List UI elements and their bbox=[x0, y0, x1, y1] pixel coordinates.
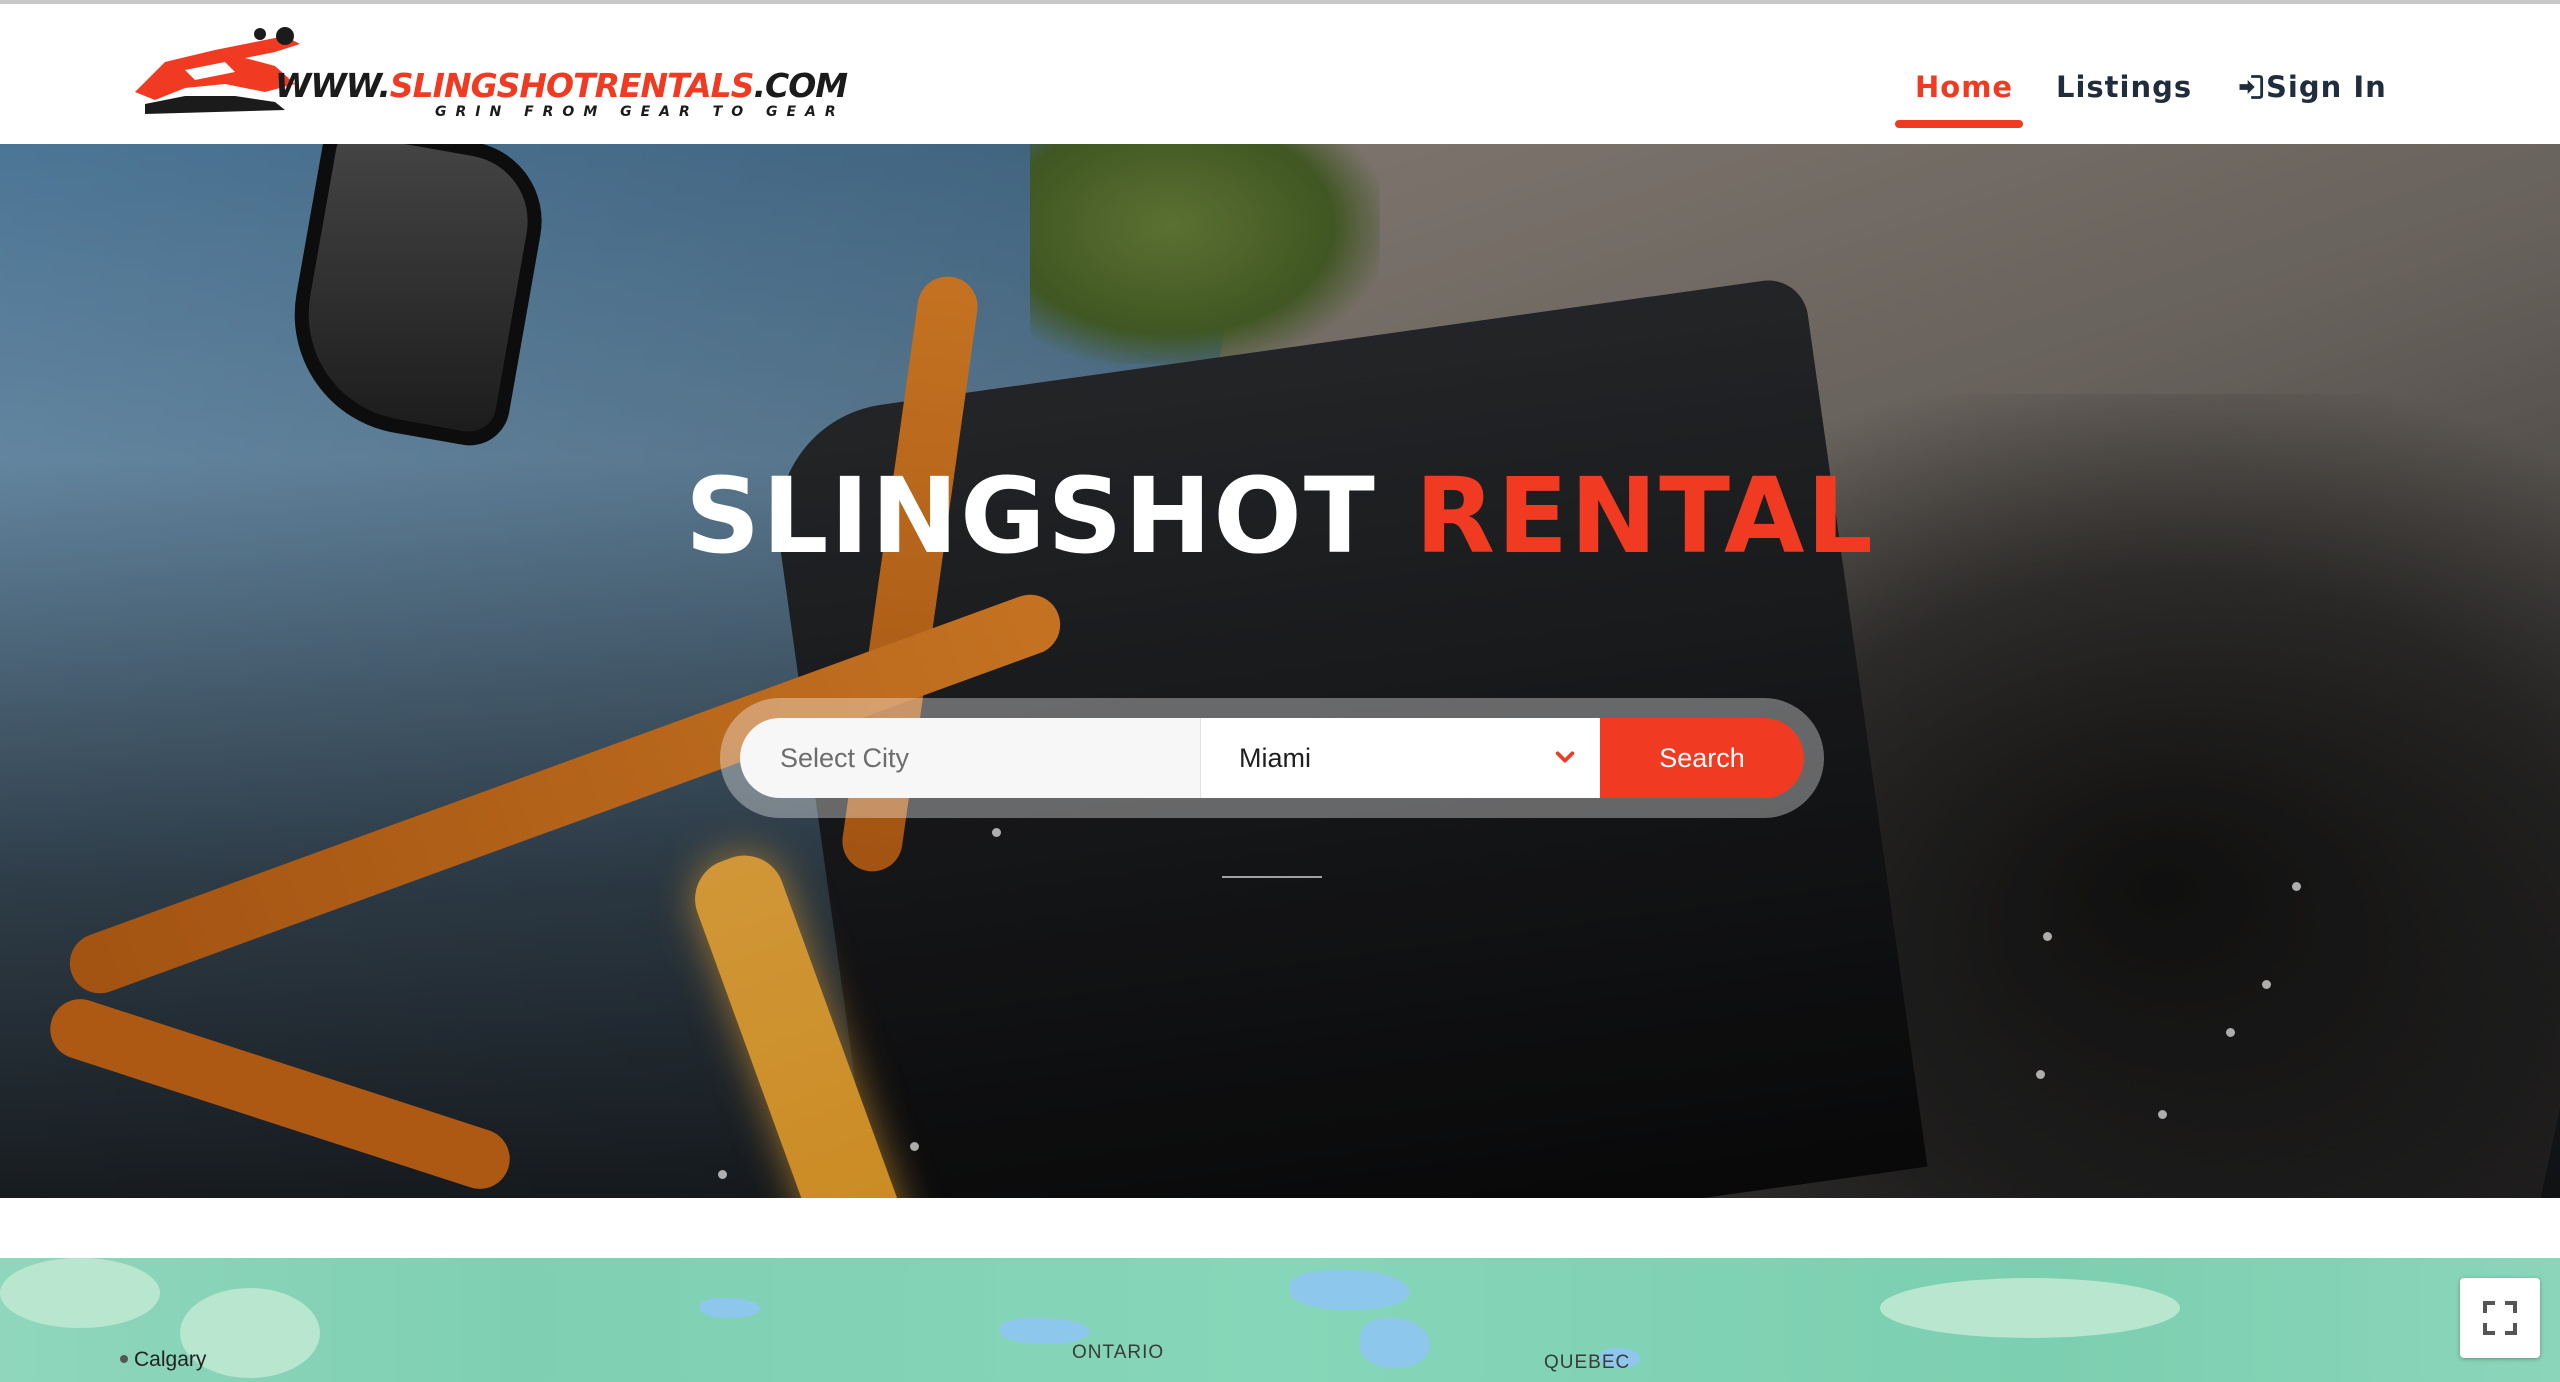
particle-dot bbox=[718, 1170, 727, 1179]
map-label-ontario: ONTARIO bbox=[1072, 1342, 1165, 1363]
site-logo[interactable]: WWW.SLINGSHOTRENTALS.COM GRIN FROM GEAR … bbox=[125, 22, 848, 127]
map-water bbox=[1000, 1318, 1090, 1344]
map-water bbox=[1360, 1318, 1430, 1368]
nav-listings[interactable]: Listings bbox=[2056, 70, 2192, 104]
chevron-down-icon bbox=[1555, 751, 1575, 763]
particle-dot bbox=[2158, 1110, 2167, 1119]
site-header: WWW.SLINGSHOTRENTALS.COM GRIN FROM GEAR … bbox=[0, 0, 2560, 144]
search-button[interactable]: Search bbox=[1600, 718, 1804, 798]
particle-dot bbox=[2043, 932, 2052, 941]
city-search-input[interactable] bbox=[740, 718, 1200, 798]
hero-title: SLINGSHOT RENTAL bbox=[0, 455, 2560, 577]
map-water bbox=[1290, 1270, 1410, 1310]
particle-dot bbox=[992, 828, 1001, 837]
logo-wordmark: WWW.SLINGSHOTRENTALS.COM bbox=[275, 66, 848, 105]
city-select-value: Miami bbox=[1239, 742, 1311, 773]
hero-overlay bbox=[0, 144, 2560, 1198]
fullscreen-icon bbox=[2483, 1301, 2517, 1335]
sign-in-icon bbox=[2239, 75, 2264, 99]
nav-sign-in-label: Sign In bbox=[2266, 70, 2387, 104]
particle-dot bbox=[2226, 1028, 2235, 1037]
city-select[interactable]: Miami bbox=[1200, 718, 1600, 798]
map-terrain bbox=[0, 1258, 160, 1328]
map-water bbox=[700, 1298, 760, 1318]
logo-domain-name: SLINGSHOTRENTALS bbox=[389, 66, 755, 105]
nav-active-indicator bbox=[1895, 120, 2023, 128]
nav-sign-in[interactable]: Sign In bbox=[2236, 70, 2387, 104]
map-label-quebec: QUEBEC bbox=[1544, 1352, 1631, 1373]
particle-dot bbox=[910, 1142, 919, 1151]
particle-dot bbox=[2036, 1070, 2045, 1079]
map-label-calgary: Calgary bbox=[119, 1348, 207, 1371]
map-terrain bbox=[1880, 1278, 2180, 1338]
hero-divider bbox=[1222, 876, 1322, 878]
map-fullscreen-button[interactable] bbox=[2460, 1278, 2540, 1358]
map-view[interactable]: Calgary ONTARIO QUEBEC bbox=[0, 1258, 2560, 1382]
particle-dot bbox=[2262, 980, 2271, 989]
particle-dot bbox=[2292, 882, 2301, 891]
logo-tagline: GRIN FROM GEAR TO GEAR bbox=[435, 104, 845, 120]
logo-domain-tld: .COM bbox=[753, 66, 848, 105]
nav-home[interactable]: Home bbox=[1915, 70, 2013, 104]
hero-title-main: SLINGSHOT bbox=[685, 455, 1377, 577]
hero-section bbox=[0, 144, 2560, 1198]
hero-title-accent: RENTAL bbox=[1414, 455, 1875, 577]
logo-domain-prefix: WWW. bbox=[275, 66, 391, 105]
